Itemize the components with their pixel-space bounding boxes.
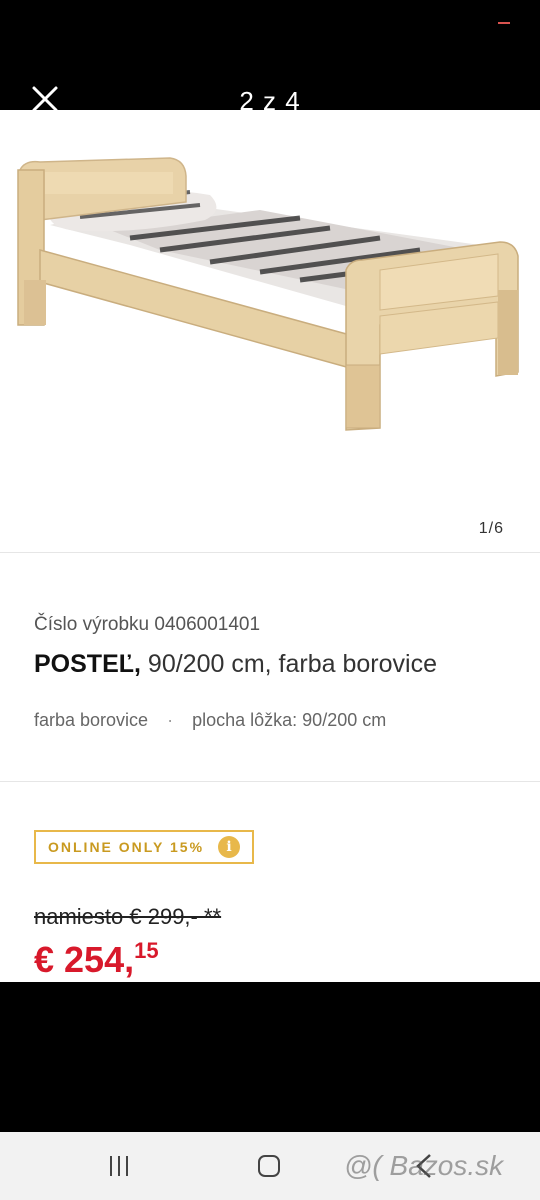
screen: 2 z 4 1/6 Číslo výrobku 0406001401 POSTE… bbox=[0, 0, 540, 1200]
divider bbox=[0, 552, 540, 553]
attribute-size: plocha lôžka: 90/200 cm bbox=[192, 710, 387, 730]
price-cents: 15 bbox=[134, 938, 159, 963]
bed-image bbox=[17, 157, 519, 431]
product-page: 1/6 Číslo výrobku 0406001401 POSTEĽ, 90/… bbox=[0, 110, 540, 982]
online-only-badge[interactable]: ONLINE ONLY 15% i bbox=[34, 830, 255, 864]
price-main: € 254, bbox=[34, 939, 135, 980]
attribute-separator: · bbox=[167, 710, 174, 730]
badge-text: ONLINE ONLY 15% bbox=[48, 839, 205, 855]
product-image[interactable]: 1/6 bbox=[0, 110, 540, 552]
viewer-top-bar: 2 z 4 bbox=[0, 0, 540, 116]
attribute-color: farba borovice bbox=[34, 710, 149, 730]
divider bbox=[0, 781, 540, 782]
recent-apps-icon bbox=[110, 1156, 128, 1176]
product-title-main: POSTEĽ, bbox=[34, 650, 141, 678]
system-navbar: @( Bazos.sk bbox=[0, 1132, 540, 1200]
info-icon[interactable]: i bbox=[218, 836, 241, 858]
recent-apps-button[interactable] bbox=[108, 1154, 130, 1178]
watermark: @( Bazos.sk bbox=[344, 1150, 504, 1181]
current-price: € 254,15 bbox=[34, 938, 159, 981]
product-title-detail: 90/200 cm, farba borovice bbox=[147, 650, 437, 678]
product-code: Číslo výrobku 0406001401 bbox=[34, 614, 261, 635]
product-attributes: farba borovice · plocha lôžka: 90/200 cm bbox=[34, 710, 386, 731]
status-indicator bbox=[498, 22, 510, 24]
home-icon[interactable] bbox=[258, 1155, 280, 1177]
product-title: POSTEĽ, 90/200 cm, farba borovice bbox=[34, 650, 437, 679]
image-index: 1/6 bbox=[478, 520, 504, 537]
old-price: namiesto € 299,- ** bbox=[34, 904, 222, 929]
